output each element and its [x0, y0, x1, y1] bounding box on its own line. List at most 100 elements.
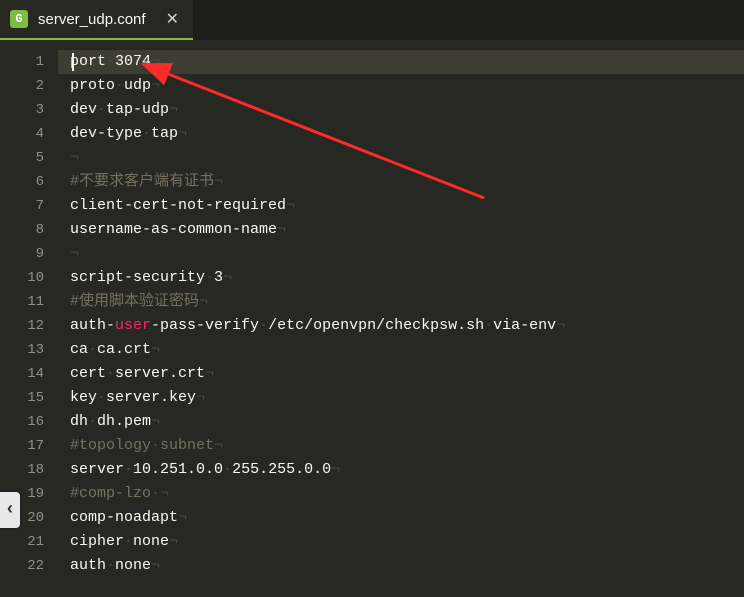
code-token: ¬ — [70, 245, 79, 262]
code-token: script-security — [70, 269, 205, 286]
code-token: · — [124, 461, 133, 478]
code-line[interactable]: #不要求客户端有证书¬ — [58, 170, 744, 194]
chevron-left-icon: ‹ — [5, 500, 16, 520]
code-line[interactable]: port·3074¬ — [58, 50, 744, 74]
code-line[interactable]: proto·udp¬ — [58, 74, 744, 98]
code-token: ¬ — [331, 461, 340, 478]
code-token: 10.251.0.0 — [133, 461, 223, 478]
code-line[interactable]: #comp-lzo·¬ — [58, 482, 744, 506]
code-token: ¬ — [169, 101, 178, 118]
code-token: server.key — [106, 389, 196, 406]
code-token: port — [70, 53, 106, 70]
code-token: ¬ — [214, 173, 223, 190]
code-token: ¬ — [151, 413, 160, 430]
code-line[interactable]: server·10.251.0.0·255.255.0.0¬ — [58, 458, 744, 482]
code-token: · — [124, 533, 133, 550]
code-token: · — [106, 365, 115, 382]
line-number: 10 — [0, 266, 58, 290]
line-number: 4 — [0, 122, 58, 146]
code-token: ¬ — [178, 125, 187, 142]
line-number: 7 — [0, 194, 58, 218]
code-line[interactable]: dev·tap-udp¬ — [58, 98, 744, 122]
code-token: ¬ — [151, 77, 160, 94]
code-token: · — [106, 557, 115, 574]
line-number: 14 — [0, 362, 58, 386]
tab-bar: G server_udp.conf ✕ — [0, 0, 744, 40]
code-token: user — [115, 317, 151, 334]
code-line[interactable]: cert·server.crt¬ — [58, 362, 744, 386]
line-number: 3 — [0, 98, 58, 122]
code-token: comp-noadapt — [70, 509, 178, 526]
code-token: dev-type — [70, 125, 142, 142]
code-token: 255.255.0.0 — [232, 461, 331, 478]
code-token: server.crt — [115, 365, 205, 382]
line-number: 18 — [0, 458, 58, 482]
code-line[interactable]: auth·none¬ — [58, 554, 744, 578]
code-line[interactable]: dh·dh.pem¬ — [58, 410, 744, 434]
code-token: ¬ — [286, 197, 295, 214]
code-line[interactable]: ¬ — [58, 242, 744, 266]
code-token: · — [97, 101, 106, 118]
code-token: ¬ — [556, 317, 565, 334]
code-token: ¬ — [151, 341, 160, 358]
code-token: · — [106, 53, 115, 70]
code-content[interactable]: port·3074¬proto·udp¬dev·tap-udp¬dev-type… — [58, 40, 744, 597]
code-token: none — [115, 557, 151, 574]
code-line[interactable]: auth-user-pass-verify·/etc/openvpn/check… — [58, 314, 744, 338]
line-number: 9 — [0, 242, 58, 266]
code-token: subnet — [160, 437, 214, 454]
code-token: dh — [70, 413, 88, 430]
code-token: #topology — [70, 437, 151, 454]
code-token: /etc/openvpn/checkpsw.sh — [268, 317, 484, 334]
code-line[interactable]: key·server.key¬ — [58, 386, 744, 410]
code-token: via-env — [493, 317, 556, 334]
editor-area[interactable]: 12345678910111213141516171819202122 port… — [0, 40, 744, 597]
code-token: ¬ — [151, 53, 160, 70]
code-line[interactable]: script-security·3¬ — [58, 266, 744, 290]
code-token: · — [223, 461, 232, 478]
code-token: ¬ — [169, 533, 178, 550]
code-line[interactable]: ¬ — [58, 146, 744, 170]
code-token: cert — [70, 365, 106, 382]
code-token: ca.crt — [97, 341, 151, 358]
line-number: 15 — [0, 386, 58, 410]
code-token: · — [259, 317, 268, 334]
code-token: ca — [70, 341, 88, 358]
code-token: dh.pem — [97, 413, 151, 430]
line-number: 21 — [0, 530, 58, 554]
code-token: 3074 — [115, 53, 151, 70]
code-token: · — [142, 125, 151, 142]
code-line[interactable]: username-as-common-name¬ — [58, 218, 744, 242]
code-token: auth- — [70, 317, 115, 334]
close-icon[interactable]: ✕ — [166, 9, 179, 29]
file-type-icon: G — [10, 10, 28, 28]
tab-active[interactable]: G server_udp.conf ✕ — [0, 0, 193, 40]
code-line[interactable]: client-cert-not-required¬ — [58, 194, 744, 218]
code-token: client-cert-not-required — [70, 197, 286, 214]
code-token: -pass-verify — [151, 317, 259, 334]
code-token: ¬ — [223, 269, 232, 286]
code-line[interactable]: comp-noadapt¬ — [58, 506, 744, 530]
code-token: ¬ — [214, 437, 223, 454]
code-line[interactable]: #使用脚本验证密码¬ — [58, 290, 744, 314]
line-number: 17 — [0, 434, 58, 458]
line-number: 11 — [0, 290, 58, 314]
code-token: auth — [70, 557, 106, 574]
line-number: 13 — [0, 338, 58, 362]
code-line[interactable]: #topology·subnet¬ — [58, 434, 744, 458]
code-line[interactable]: dev-type·tap¬ — [58, 122, 744, 146]
line-number: 22 — [0, 554, 58, 578]
line-number: 1 — [0, 50, 58, 74]
line-number: 5 — [0, 146, 58, 170]
code-token: 3 — [214, 269, 223, 286]
code-line[interactable]: cipher·none¬ — [58, 530, 744, 554]
code-line[interactable]: ca·ca.crt¬ — [58, 338, 744, 362]
code-token: · — [115, 77, 124, 94]
code-token: · — [205, 269, 214, 286]
code-token: ¬ — [178, 509, 187, 526]
line-number: 8 — [0, 218, 58, 242]
line-number: 12 — [0, 314, 58, 338]
panel-expand-handle[interactable]: ‹ — [0, 492, 20, 528]
code-token: #不要求客户端有证书 — [70, 173, 214, 190]
code-token: · — [97, 389, 106, 406]
